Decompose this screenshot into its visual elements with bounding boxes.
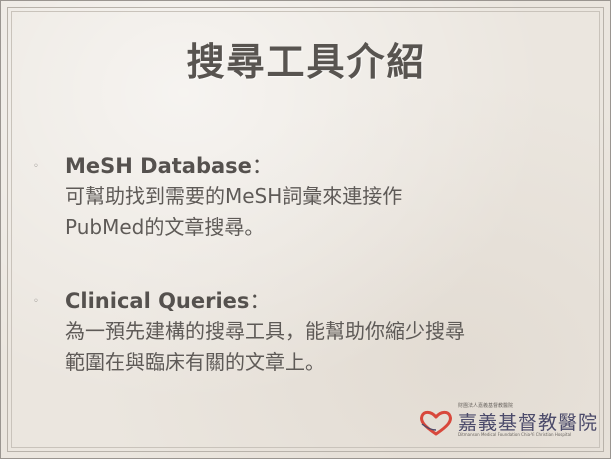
- bullet-body-line: PubMed的文章搜尋。: [65, 215, 265, 239]
- bullet-body-line: 為一預先建構的搜尋工具，能幫助你縮少搜尋: [65, 319, 465, 343]
- bullet-clinical-queries: ◦ Clinical Queries： 為一預先建構的搜尋工具，能幫助你縮少搜尋…: [33, 286, 573, 378]
- bullet-body-line: 範圍在與臨床有關的文章上。: [65, 350, 325, 374]
- bullet-heading-separator: ：: [249, 289, 271, 313]
- bullet-heading-text: MeSH Database: [65, 154, 252, 178]
- logo-english-name: Ditmanson Medical Foundation Chia-Yi Chr…: [458, 432, 572, 437]
- bullet-heading-separator: ：: [251, 154, 273, 178]
- logo-hospital-name: 嘉義基督教醫院: [458, 412, 599, 434]
- slide: 搜尋工具介紹 ◦ MeSH Database： 可幫助找到需要的MeSH詞彙來連…: [0, 0, 611, 459]
- bullet-heading: MeSH Database：: [65, 151, 573, 181]
- hospital-logo: 財團法人嘉義基督教醫院 嘉義基督教醫院 Ditmanson Medical Fo…: [418, 402, 597, 440]
- bullet-heading: Clinical Queries：: [65, 286, 573, 316]
- bullet-body-line: 可幫助找到需要的MeSH詞彙來連接作: [65, 184, 403, 208]
- slide-title: 搜尋工具介紹: [186, 40, 427, 84]
- heart-logo-icon: [420, 410, 452, 436]
- bullet-mesh-database: ◦ MeSH Database： 可幫助找到需要的MeSH詞彙來連接作 PubM…: [33, 151, 573, 243]
- bullet-icon: ◦: [33, 296, 39, 307]
- bullet-icon: ◦: [33, 161, 39, 172]
- bullet-heading-text: Clinical Queries: [65, 289, 250, 313]
